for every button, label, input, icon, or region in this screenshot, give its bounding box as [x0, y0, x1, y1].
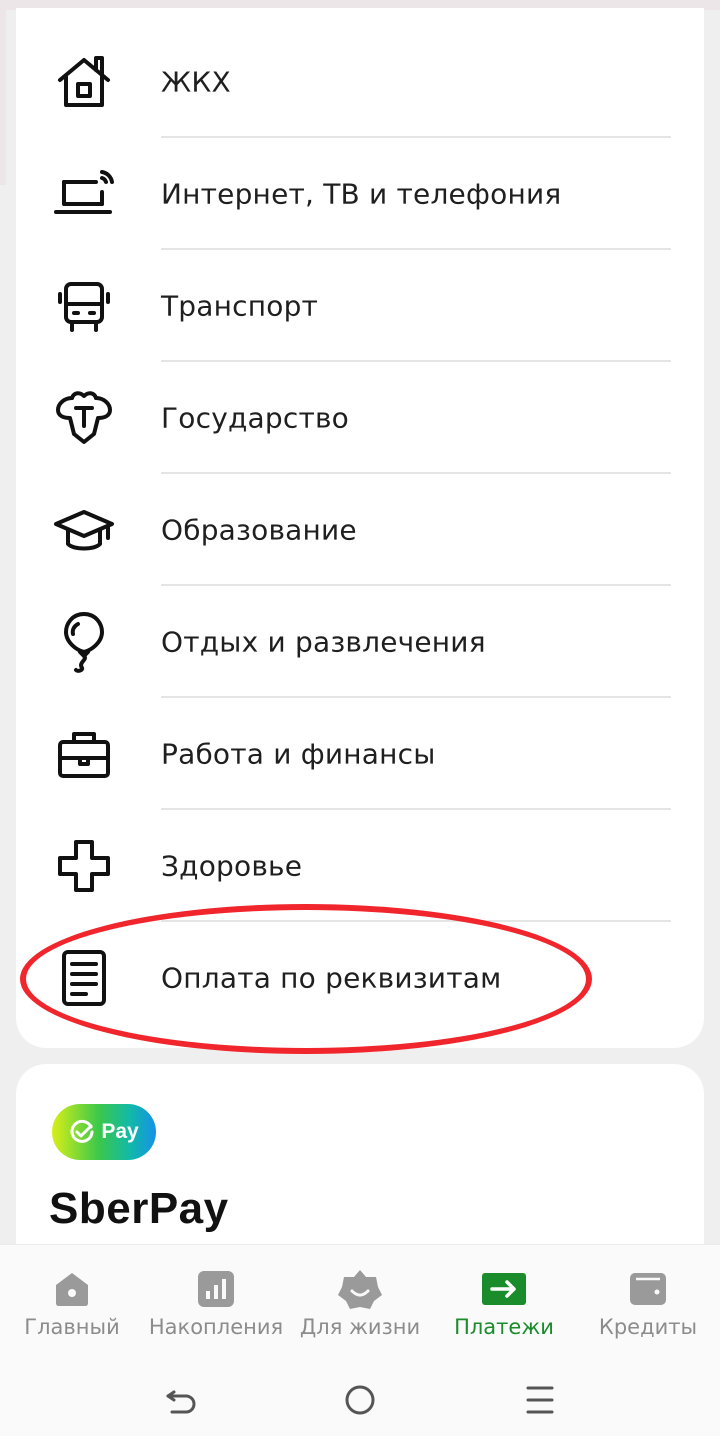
- payment-categories-card: ЖКХ Интернет, ТВ и телефония Транспорт Г…: [16, 8, 704, 1048]
- category-work-finance[interactable]: Работа и финансы: [16, 698, 704, 810]
- sberpay-badge: Pay: [52, 1104, 156, 1160]
- recent-apps-button[interactable]: [520, 1380, 560, 1420]
- bottom-navigation: Главный Накопления Для жизни Платежи Кре…: [0, 1244, 720, 1361]
- category-zhkh[interactable]: ЖКХ: [16, 26, 704, 138]
- system-navigation-bar: [0, 1360, 720, 1436]
- laptop-wifi-icon: [52, 162, 116, 226]
- category-government[interactable]: Государство: [16, 362, 704, 474]
- payment-arrow-icon: [482, 1267, 526, 1311]
- category-label: Образование: [161, 513, 357, 547]
- briefcase-icon: [52, 722, 116, 786]
- pay-badge-label: Pay: [101, 1120, 139, 1143]
- category-label: Здоровье: [161, 849, 303, 883]
- category-label: Государство: [161, 401, 350, 435]
- home-circle-icon: [345, 1385, 375, 1415]
- category-internet-tv-phone[interactable]: Интернет, ТВ и телефония: [16, 138, 704, 250]
- bus-icon: [52, 274, 116, 338]
- nav-label: Для жизни: [299, 1315, 421, 1339]
- nav-label: Кредиты: [598, 1315, 698, 1339]
- nav-label: Платежи: [454, 1315, 554, 1339]
- nav-tab-main[interactable]: Главный: [0, 1245, 144, 1361]
- category-pay-by-details[interactable]: Оплата по реквизитам: [16, 922, 704, 1034]
- category-label: Оплата по реквизитам: [161, 961, 502, 995]
- document-icon: [52, 946, 116, 1010]
- home-button[interactable]: [340, 1380, 380, 1420]
- category-health[interactable]: Здоровье: [16, 810, 704, 922]
- category-label: ЖКХ: [161, 65, 231, 99]
- category-education[interactable]: Образование: [16, 474, 704, 586]
- sberpay-title: SberPay: [49, 1184, 229, 1233]
- check-circle-icon: [70, 1119, 94, 1143]
- balloon-icon: [52, 610, 116, 674]
- category-label: Отдых и развлечения: [161, 625, 486, 659]
- menu-lines-icon: [526, 1386, 554, 1414]
- nav-tab-payments[interactable]: Платежи: [432, 1245, 576, 1361]
- nav-label: Главный: [24, 1315, 120, 1339]
- smile-icon: [338, 1267, 382, 1311]
- house-icon: [52, 50, 116, 114]
- back-button[interactable]: [160, 1380, 200, 1420]
- left-background-strip: [0, 0, 6, 185]
- graduation-cap-icon: [52, 498, 116, 562]
- nav-tab-credits[interactable]: Кредиты: [576, 1245, 720, 1361]
- category-label: Работа и финансы: [161, 737, 436, 771]
- home-icon: [50, 1267, 94, 1311]
- category-label: Транспорт: [161, 289, 319, 323]
- medical-cross-icon: [52, 834, 116, 898]
- chart-icon: [194, 1267, 238, 1311]
- category-transport[interactable]: Транспорт: [16, 250, 704, 362]
- nav-tab-for-life[interactable]: Для жизни: [288, 1245, 432, 1361]
- back-icon: [166, 1390, 196, 1414]
- sberpay-card[interactable]: Pay SberPay: [16, 1064, 704, 1254]
- nav-tab-savings[interactable]: Накопления: [144, 1245, 288, 1361]
- category-leisure[interactable]: Отдых и развлечения: [16, 586, 704, 698]
- coat-of-arms-icon: [52, 386, 116, 450]
- wallet-icon: [626, 1267, 670, 1311]
- nav-label: Накопления: [148, 1315, 284, 1339]
- category-label: Интернет, ТВ и телефония: [161, 177, 562, 211]
